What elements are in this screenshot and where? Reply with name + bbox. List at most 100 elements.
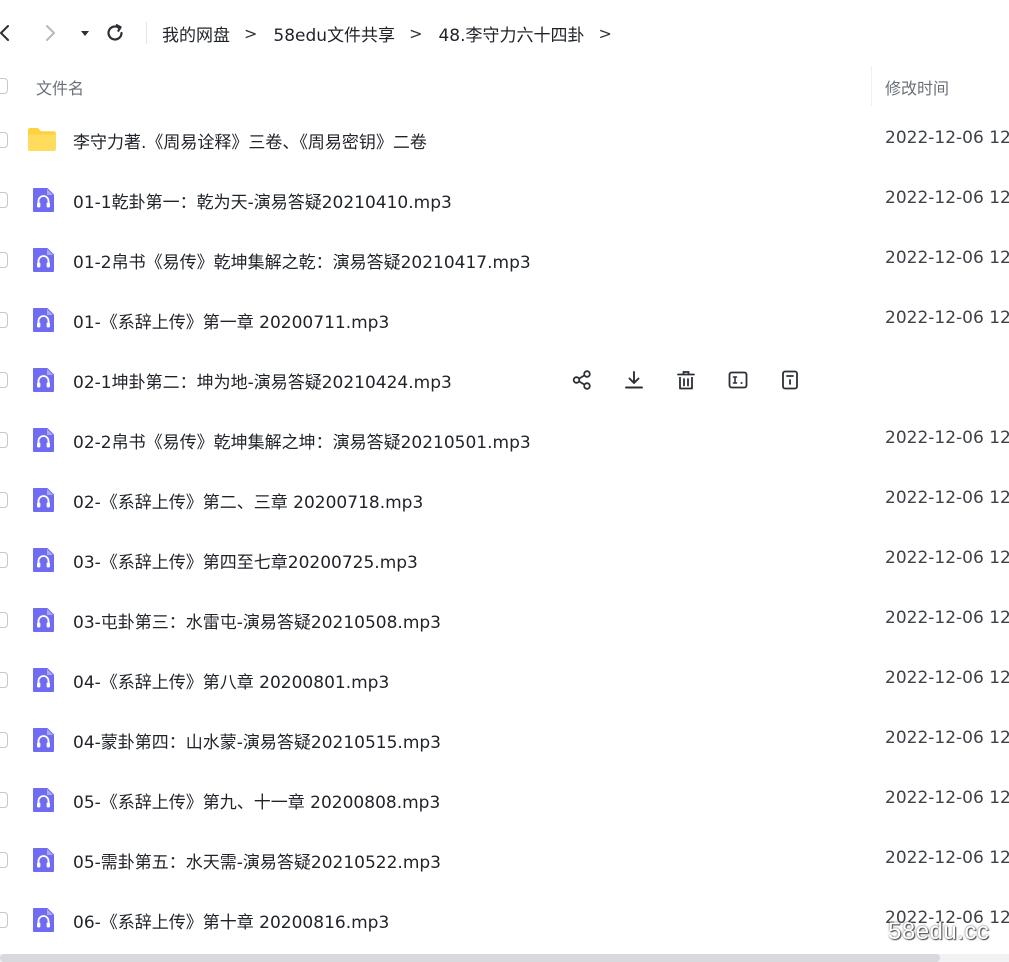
file-icon (30, 547, 56, 573)
breadcrumb-separator: > (598, 23, 612, 43)
audio-file-icon (33, 908, 54, 932)
file-modified-time: 2022-12-06 12 (885, 188, 1009, 208)
column-name-header[interactable]: 文件名 (36, 75, 84, 99)
audio-file-icon (33, 728, 54, 752)
audio-file-icon (33, 308, 54, 332)
file-name[interactable]: 04-《系辞上传》第八章 20200801.mp3 (73, 668, 389, 693)
forward-button[interactable] (37, 20, 63, 46)
file-name[interactable]: 01-1乾卦第一：乾为天-演易答疑20210410.mp3 (73, 188, 452, 213)
file-row[interactable]: 02-2帛书《易传》乾坤集解之坤：演易答疑20210501.mp3 2022-1… (0, 410, 1009, 470)
row-checkbox[interactable] (0, 792, 8, 808)
caret-down-icon (81, 31, 89, 36)
file-icon (30, 727, 56, 753)
breadcrumb-item[interactable]: 我的网盘 (162, 21, 230, 46)
row-checkbox[interactable] (0, 192, 8, 208)
column-modified-header[interactable]: 修改时间 (885, 75, 949, 99)
file-modified-time: 2022-12-06 12 (885, 248, 1009, 268)
row-checkbox[interactable] (0, 672, 8, 688)
chevron-right-icon (46, 25, 55, 41)
file-modified-time: 2022-12-06 12 (885, 788, 1009, 808)
row-checkbox[interactable] (0, 252, 8, 268)
file-icon (30, 247, 56, 273)
file-row[interactable]: 02-《系辞上传》第二、三章 20200718.mp3 2022-12-06 1… (0, 470, 1009, 530)
breadcrumb-separator: > (409, 23, 423, 43)
file-name[interactable]: 02-2帛书《易传》乾坤集解之坤：演易答疑20210501.mp3 (73, 428, 531, 453)
column-divider[interactable] (871, 66, 872, 106)
breadcrumb-item[interactable]: 58edu文件共享 (273, 21, 395, 46)
download-button[interactable] (620, 366, 648, 394)
audio-file-icon (33, 188, 54, 212)
file-name[interactable]: 04-蒙卦第四：山水蒙-演易答疑20210515.mp3 (73, 728, 441, 753)
row-actions (568, 366, 804, 394)
more-button[interactable] (776, 366, 804, 394)
back-button[interactable] (0, 20, 18, 46)
row-checkbox[interactable] (0, 732, 8, 748)
file-name[interactable]: 03-屯卦第三：水雷屯-演易答疑20210508.mp3 (73, 608, 441, 633)
refresh-button[interactable] (102, 20, 128, 46)
file-row[interactable]: 02-1坤卦第二：坤为地-演易答疑20210424.mp3 (0, 350, 1009, 410)
horizontal-scrollbar[interactable] (0, 954, 1009, 962)
row-checkbox[interactable] (0, 132, 8, 148)
file-row[interactable]: 05-《系辞上传》第九、十一章 20200808.mp3 2022-12-06 … (0, 770, 1009, 830)
history-dropdown-button[interactable] (72, 20, 98, 46)
file-icon (30, 367, 56, 393)
file-modified-time: 2022-12-06 12 (885, 488, 1009, 508)
rename-button[interactable] (724, 366, 752, 394)
file-row[interactable]: 04-《系辞上传》第八章 20200801.mp3 2022-12-06 12 (0, 650, 1009, 710)
row-checkbox[interactable] (0, 852, 8, 868)
row-checkbox[interactable] (0, 912, 8, 928)
file-name[interactable]: 01-2帛书《易传》乾坤集解之乾：演易答疑20210417.mp3 (73, 248, 531, 273)
file-name[interactable]: 李守力著.《周易诠释》三卷、《周易密钥》二卷 (73, 128, 427, 153)
delete-button[interactable] (672, 366, 700, 394)
file-modified-time: 2022-12-06 12 (885, 428, 1009, 448)
file-name[interactable]: 03-《系辞上传》第四至七章20200725.mp3 (73, 548, 418, 573)
more-icon (782, 370, 798, 390)
file-icon (30, 187, 56, 213)
select-all-checkbox[interactable] (0, 78, 8, 94)
file-row[interactable]: 03-屯卦第三：水雷屯-演易答疑20210508.mp3 2022-12-06 … (0, 590, 1009, 650)
file-row[interactable]: 01-《系辞上传》第一章 20200711.mp3 2022-12-06 12 (0, 290, 1009, 350)
audio-file-icon (33, 428, 54, 452)
file-icon (27, 126, 56, 152)
file-name[interactable]: 06-《系辞上传》第十章 20200816.mp3 (73, 908, 389, 933)
audio-file-icon (33, 848, 54, 872)
audio-file-icon (33, 608, 54, 632)
row-checkbox[interactable] (0, 312, 8, 328)
file-icon (30, 847, 56, 873)
row-checkbox[interactable] (0, 372, 8, 388)
refresh-icon (107, 24, 123, 41)
file-browser: 我的网盘 > 58edu文件共享 > 48.李守力六十四卦 > 文件名 修改时间… (0, 0, 1009, 962)
file-row[interactable]: 01-2帛书《易传》乾坤集解之乾：演易答疑20210417.mp3 2022-1… (0, 230, 1009, 290)
file-row[interactable]: 06-《系辞上传》第十章 20200816.mp3 2022-12-06 12 (0, 890, 1009, 950)
row-checkbox[interactable] (0, 612, 8, 628)
file-row[interactable]: 01-1乾卦第一：乾为天-演易答疑20210410.mp3 2022-12-06… (0, 170, 1009, 230)
file-name[interactable]: 05-《系辞上传》第九、十一章 20200808.mp3 (73, 788, 440, 813)
chevron-left-icon (0, 25, 9, 41)
file-row[interactable]: 05-需卦第五：水天需-演易答疑20210522.mp3 2022-12-06 … (0, 830, 1009, 890)
file-modified-time: 2022-12-06 12 (885, 608, 1009, 628)
share-button[interactable] (568, 366, 596, 394)
audio-file-icon (33, 488, 54, 512)
row-checkbox[interactable] (0, 432, 8, 448)
file-icon (30, 427, 56, 453)
rename-icon (728, 371, 748, 389)
file-icon (30, 307, 56, 333)
breadcrumb-item[interactable]: 48.李守力六十四卦 (438, 21, 584, 46)
file-row[interactable]: 04-蒙卦第四：山水蒙-演易答疑20210515.mp3 2022-12-06 … (0, 710, 1009, 770)
row-checkbox[interactable] (0, 552, 8, 568)
watermark: 58edu.cc (888, 918, 990, 945)
file-list: 李守力著.《周易诠释》三卷、《周易密钥》二卷 2022-12-06 12 01-… (0, 110, 1009, 950)
row-checkbox[interactable] (0, 492, 8, 508)
file-name[interactable]: 05-需卦第五：水天需-演易答疑20210522.mp3 (73, 848, 441, 873)
scrollbar-thumb[interactable] (0, 954, 940, 962)
share-icon (572, 370, 591, 390)
file-name[interactable]: 02-1坤卦第二：坤为地-演易答疑20210424.mp3 (73, 368, 452, 393)
file-name[interactable]: 01-《系辞上传》第一章 20200711.mp3 (73, 308, 389, 333)
nav-divider (146, 22, 147, 44)
audio-file-icon (33, 368, 54, 392)
file-row[interactable]: 李守力著.《周易诠释》三卷、《周易密钥》二卷 2022-12-06 12 (0, 110, 1009, 170)
file-name[interactable]: 02-《系辞上传》第二、三章 20200718.mp3 (73, 488, 423, 513)
delete-icon (677, 371, 695, 390)
file-row[interactable]: 03-《系辞上传》第四至七章20200725.mp3 2022-12-06 12 (0, 530, 1009, 590)
nav-bar: 我的网盘 > 58edu文件共享 > 48.李守力六十四卦 > (0, 0, 1009, 66)
